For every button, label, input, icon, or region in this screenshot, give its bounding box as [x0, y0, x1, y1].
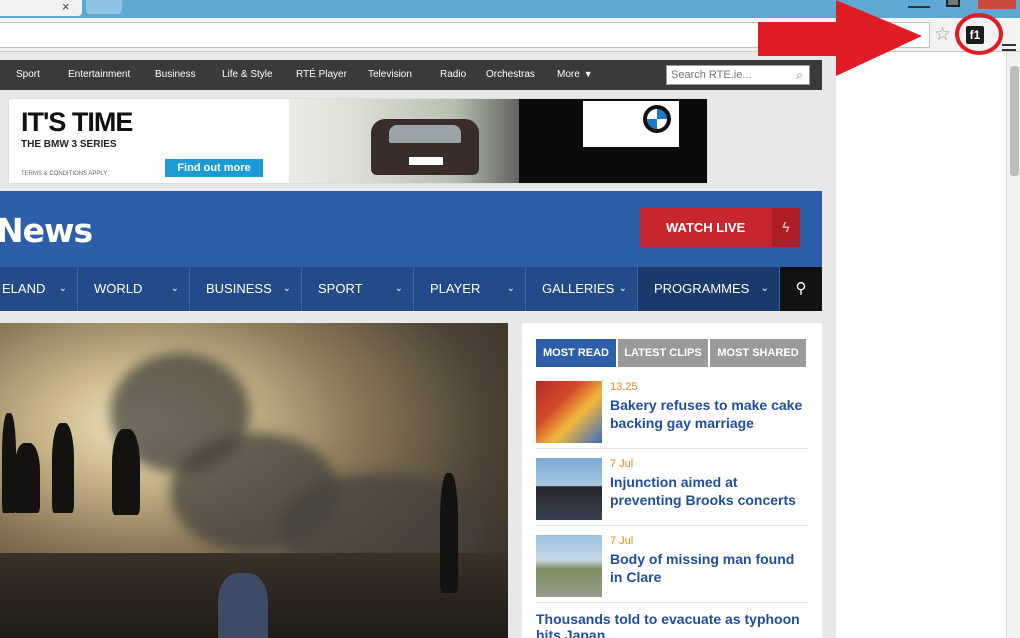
chevron-down-icon: ▼	[583, 69, 593, 79]
tab-close-icon[interactable]: ×	[62, 0, 70, 14]
scrollbar-thumb[interactable]	[1010, 66, 1019, 176]
tab-latest-clips[interactable]: LATEST CLIPS	[618, 339, 708, 367]
section-tab-ireland[interactable]: ELAND ⌄	[0, 267, 78, 311]
chevron-down-icon: ⌄	[618, 283, 627, 294]
watch-live-button[interactable]: WATCH LIVE ϟ	[640, 208, 800, 247]
story-item[interactable]: 7 Jul Body of missing man found in Clare	[536, 535, 808, 603]
bmw-ad-banner[interactable]: IT'S TIME THE BMW 3 SERIES TERMS & CONDI…	[8, 98, 708, 184]
nav-more-label: More	[557, 69, 580, 80]
nav-item-more[interactable]: More ▼	[557, 69, 593, 80]
section-label: GALLERIES	[542, 281, 615, 296]
section-nav: ELAND ⌄ WORLD ⌄ BUSINESS ⌄ SPORT ⌄ PLAYER ⌄ G…	[0, 267, 822, 311]
story-title[interactable]: Injunction aimed at preventing Brooks co…	[610, 473, 810, 509]
nav-item-radio[interactable]: Radio	[440, 69, 466, 80]
chevron-down-icon: ⌄	[506, 283, 515, 294]
ad-terms: TERMS & CONDITIONS APPLY	[21, 171, 108, 177]
ad-subline: THE BMW 3 SERIES	[21, 139, 117, 150]
ad-find-out-more-button[interactable]: Find out more	[165, 159, 263, 177]
section-label: PROGRAMMES	[654, 281, 750, 296]
bmw-logo-icon	[643, 105, 671, 133]
person-silhouette	[112, 429, 140, 515]
nav-item-business[interactable]: Business	[155, 69, 196, 80]
story-thumbnail[interactable]	[536, 535, 602, 597]
rte-top-nav: Sport Entertainment Business Life & Styl…	[0, 60, 822, 90]
ad-headline: IT'S TIME	[21, 107, 133, 137]
tree-silhouette	[440, 473, 458, 593]
page-right-gutter	[836, 52, 1006, 638]
annotation-arrow	[758, 0, 922, 76]
car-image	[371, 119, 479, 175]
browser-tab[interactable]: ×	[0, 0, 82, 16]
section-search-icon[interactable]: ⚲	[780, 267, 822, 311]
story-item[interactable]: 7 Jul Injunction aimed at preventing Bro…	[536, 458, 808, 526]
nav-item-television[interactable]: Television	[368, 69, 412, 80]
chevron-down-icon: ⌄	[394, 283, 403, 294]
story-thumbnail[interactable]	[536, 381, 602, 443]
section-tab-galleries[interactable]: GALLERIES ⌄	[526, 267, 638, 311]
story-item[interactable]: 13.25 Bakery refuses to make cake backin…	[536, 381, 808, 449]
story-title[interactable]: Bakery refuses to make cake backing gay …	[610, 396, 810, 432]
section-label: WORLD	[94, 281, 143, 296]
section-tab-world[interactable]: WORLD ⌄	[78, 267, 190, 311]
section-tab-programmes[interactable]: PROGRAMMES ⌄	[638, 267, 780, 311]
screenshot-root: × ☆ f1 Sport Entertainment Business Life…	[0, 0, 1020, 638]
person-silhouette	[52, 423, 74, 513]
car-windscreen	[389, 125, 461, 143]
chevron-down-icon: ⌄	[282, 283, 291, 294]
section-label: SPORT	[318, 281, 363, 296]
page-scrollbar[interactable]	[1006, 52, 1020, 638]
story-time: 13.25	[610, 381, 638, 393]
search-placeholder: Search RTE.ie...	[671, 69, 752, 81]
story-title[interactable]: Thousands told to evacuate as typhoon hi…	[536, 611, 812, 638]
chevron-down-icon: ⌄	[170, 283, 179, 294]
section-tab-sport[interactable]: SPORT ⌄	[302, 267, 414, 311]
most-read-panel: MOST READ LATEST CLIPS MOST SHARED 13.25…	[522, 323, 822, 638]
person-silhouette	[218, 573, 268, 638]
nav-item-orchestras[interactable]: Orchestras	[486, 69, 535, 80]
annotation-circle	[955, 13, 1003, 55]
nav-item-sport[interactable]: Sport	[16, 69, 40, 80]
tab-most-shared[interactable]: MOST SHARED	[710, 339, 806, 367]
person-silhouette	[14, 443, 40, 513]
story-time: 7 Jul	[610, 458, 634, 470]
story-title[interactable]: Body of missing man found in Clare	[610, 550, 810, 586]
story-time: 7 Jul	[610, 535, 634, 547]
tab-most-read[interactable]: MOST READ	[536, 339, 616, 367]
section-label: BUSINESS	[206, 281, 272, 296]
maximize-icon[interactable]	[946, 0, 960, 7]
nav-item-rte-player[interactable]: RTÉ Player	[296, 69, 347, 80]
nav-item-entertainment[interactable]: Entertainment	[68, 69, 130, 80]
watch-live-label: WATCH LIVE	[666, 220, 746, 235]
section-label: ELAND	[2, 281, 46, 296]
annotation-arrow-shape	[758, 0, 922, 76]
story-thumbnail[interactable]	[536, 458, 602, 520]
car-plate	[409, 157, 443, 165]
news-header: News WATCH LIVE ϟ	[0, 191, 822, 267]
bookmark-star-icon[interactable]: ☆	[934, 23, 951, 46]
section-tab-business[interactable]: BUSINESS ⌄	[190, 267, 302, 311]
new-tab-button[interactable]	[86, 0, 122, 14]
chevron-down-icon: ⌄	[58, 283, 67, 294]
hero-image[interactable]	[0, 323, 508, 638]
section-tab-player[interactable]: PLAYER ⌄	[414, 267, 526, 311]
chevron-down-icon: ⌄	[760, 283, 769, 294]
window-close-icon[interactable]	[978, 0, 1016, 9]
nav-item-life-style[interactable]: Life & Style	[222, 69, 273, 80]
section-label: PLAYER	[430, 281, 481, 296]
lightning-icon: ϟ	[772, 208, 800, 247]
news-title[interactable]: News	[0, 211, 93, 250]
